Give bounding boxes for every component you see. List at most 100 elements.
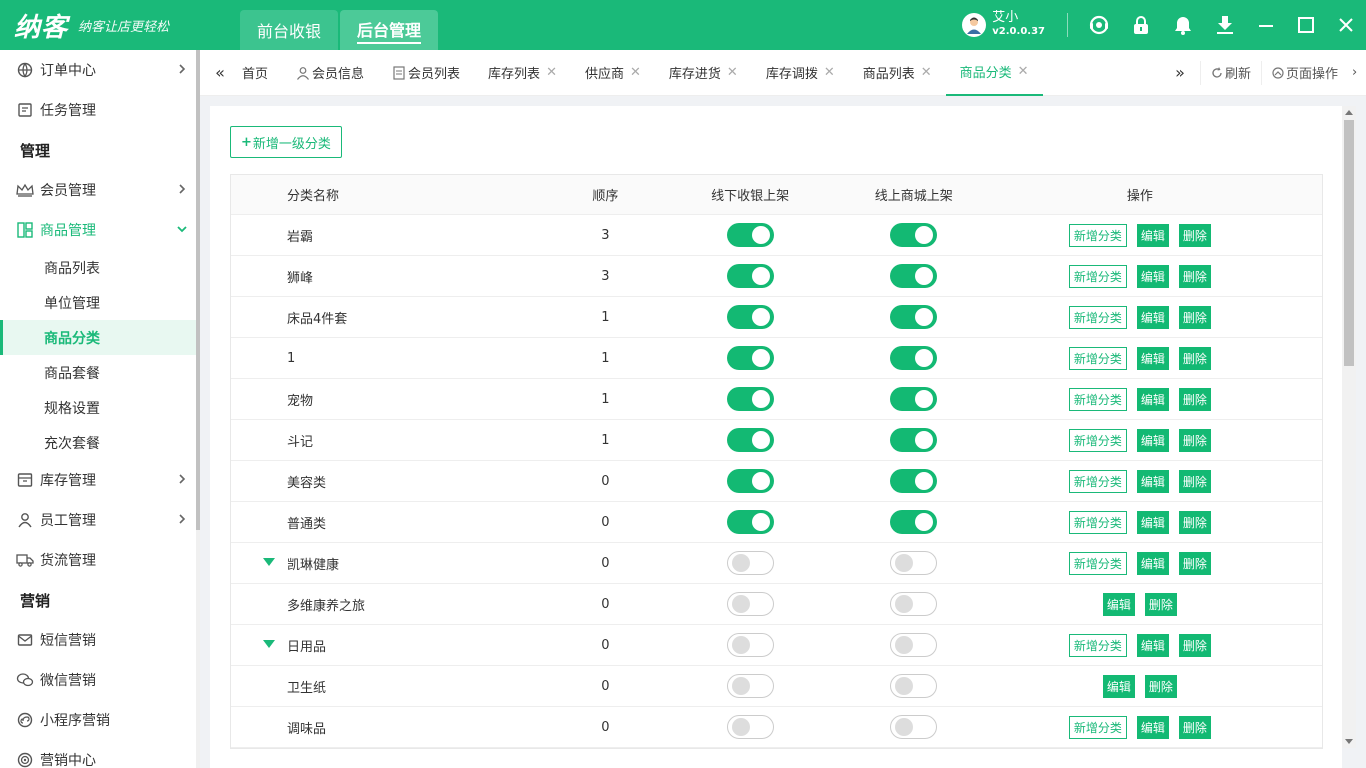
edit-button[interactable]: 编辑 <box>1136 633 1169 657</box>
offline-toggle[interactable] <box>726 469 774 493</box>
edit-button[interactable]: 编辑 <box>1136 715 1169 739</box>
delete-button[interactable]: 删除 <box>1178 387 1211 411</box>
add-subcategory-button[interactable]: 新增分类 <box>1068 551 1127 575</box>
online-toggle[interactable] <box>890 264 938 288</box>
sidebar-item[interactable]: 货流管理 <box>0 540 196 580</box>
close-icon[interactable]: ✕ <box>824 65 835 80</box>
add-subcategory-button[interactable]: 新增分类 <box>1068 223 1127 247</box>
tab-item[interactable]: 库存调拨 ✕ <box>752 50 849 96</box>
submenu-item[interactable]: 商品分类 <box>0 320 196 355</box>
page-ops-button[interactable]: 页面操作 <box>1261 60 1348 85</box>
add-subcategory-button[interactable]: 新增分类 <box>1068 264 1127 288</box>
close-window-button[interactable] <box>1326 0 1366 50</box>
delete-button[interactable]: 删除 <box>1178 633 1211 657</box>
offline-toggle[interactable] <box>726 305 774 329</box>
delete-button[interactable]: 删除 <box>1144 674 1177 698</box>
edit-button[interactable]: 编辑 <box>1136 551 1169 575</box>
maximize-button[interactable] <box>1286 0 1326 50</box>
lock-icon[interactable] <box>1120 0 1162 50</box>
submenu-item[interactable]: 单位管理 <box>0 285 196 320</box>
add-subcategory-button[interactable]: 新增分类 <box>1068 428 1127 452</box>
tab-scroll-right-button[interactable]: » <box>1160 50 1200 96</box>
online-toggle[interactable] <box>890 305 938 329</box>
download-icon[interactable] <box>1204 0 1246 50</box>
edit-button[interactable]: 编辑 <box>1102 674 1135 698</box>
edit-button[interactable]: 编辑 <box>1102 592 1135 616</box>
tab-item[interactable]: 首页 <box>240 50 282 96</box>
add-subcategory-button[interactable]: 新增分类 <box>1068 633 1127 657</box>
content-scrollbar[interactable] <box>1342 106 1356 748</box>
content-scroll-thumb[interactable] <box>1344 120 1354 366</box>
offline-toggle[interactable] <box>726 715 774 739</box>
scroll-up-arrow[interactable] <box>1345 110 1353 115</box>
add-subcategory-button[interactable]: 新增分类 <box>1068 469 1127 493</box>
tab-item[interactable]: 库存列表 ✕ <box>474 50 571 96</box>
edit-button[interactable]: 编辑 <box>1136 510 1169 534</box>
sidebar-item[interactable]: 订单中心 <box>0 50 196 90</box>
edit-button[interactable]: 编辑 <box>1136 387 1169 411</box>
scroll-down-arrow[interactable] <box>1345 739 1353 744</box>
add-subcategory-button[interactable]: 新增分类 <box>1068 715 1127 739</box>
sidebar-item[interactable]: 微信营销 <box>0 660 196 700</box>
edit-button[interactable]: 编辑 <box>1136 469 1169 493</box>
tab-more-button[interactable]: › <box>1348 61 1361 85</box>
close-icon[interactable]: ✕ <box>1018 64 1029 79</box>
edit-button[interactable]: 编辑 <box>1136 223 1169 247</box>
delete-button[interactable]: 删除 <box>1178 469 1211 493</box>
delete-button[interactable]: 删除 <box>1178 428 1211 452</box>
edit-button[interactable]: 编辑 <box>1136 305 1169 329</box>
sidebar-item[interactable]: 员工管理 <box>0 500 196 540</box>
offline-toggle[interactable] <box>726 633 774 657</box>
minimize-button[interactable] <box>1246 0 1286 50</box>
delete-button[interactable]: 删除 <box>1178 715 1211 739</box>
offline-toggle[interactable] <box>726 551 774 575</box>
delete-button[interactable]: 删除 <box>1178 346 1211 370</box>
delete-button[interactable]: 删除 <box>1178 305 1211 329</box>
offline-toggle[interactable] <box>726 592 774 616</box>
sidebar-scrollbar[interactable] <box>196 50 200 768</box>
sidebar-item[interactable]: 短信营销 <box>0 620 196 660</box>
offline-toggle[interactable] <box>726 387 774 411</box>
offline-toggle[interactable] <box>726 674 774 698</box>
offline-toggle[interactable] <box>726 510 774 534</box>
edit-button[interactable]: 编辑 <box>1136 346 1169 370</box>
tab-item[interactable]: 库存进货 ✕ <box>655 50 752 96</box>
sidebar-item[interactable]: 任务管理 <box>0 90 196 130</box>
edit-button[interactable]: 编辑 <box>1136 428 1169 452</box>
online-toggle[interactable] <box>890 223 938 247</box>
user-profile[interactable]: 艾小 v2.0.0.37 <box>962 11 1045 39</box>
submenu-item[interactable]: 规格设置 <box>0 390 196 425</box>
submenu-item[interactable]: 商品套餐 <box>0 355 196 390</box>
online-toggle[interactable] <box>890 387 938 411</box>
delete-button[interactable]: 删除 <box>1144 592 1177 616</box>
support-icon[interactable] <box>1078 0 1120 50</box>
mode-tab-backend[interactable]: 后台管理 <box>340 10 439 50</box>
delete-button[interactable]: 删除 <box>1178 223 1211 247</box>
add-subcategory-button[interactable]: 新增分类 <box>1068 305 1127 329</box>
offline-toggle[interactable] <box>726 428 774 452</box>
online-toggle[interactable] <box>890 346 938 370</box>
bell-icon[interactable] <box>1162 0 1204 50</box>
online-toggle[interactable] <box>890 551 938 575</box>
close-icon[interactable]: ✕ <box>921 65 932 80</box>
tab-scroll-left-button[interactable]: « <box>200 50 240 96</box>
tab-item[interactable]: 会员列表 <box>378 50 474 96</box>
tab-item[interactable]: 供应商 ✕ <box>571 50 655 96</box>
sidebar-item[interactable]: 小程序营销 <box>0 700 196 740</box>
sidebar-item[interactable]: 会员管理 <box>0 170 196 210</box>
online-toggle[interactable] <box>890 715 938 739</box>
close-icon[interactable]: ✕ <box>727 65 738 80</box>
delete-button[interactable]: 删除 <box>1178 510 1211 534</box>
online-toggle[interactable] <box>890 428 938 452</box>
delete-button[interactable]: 删除 <box>1178 264 1211 288</box>
add-subcategory-button[interactable]: 新增分类 <box>1068 387 1127 411</box>
add-top-category-button[interactable]: + 新增一级分类 <box>230 126 342 158</box>
online-toggle[interactable] <box>890 469 938 493</box>
offline-toggle[interactable] <box>726 223 774 247</box>
tab-item[interactable]: 商品分类 ✕ <box>945 50 1043 96</box>
online-toggle[interactable] <box>890 674 938 698</box>
online-toggle[interactable] <box>890 592 938 616</box>
expand-caret-icon[interactable] <box>263 557 275 566</box>
mode-tab-frontdesk[interactable]: 前台收银 <box>240 10 339 50</box>
online-toggle[interactable] <box>890 633 938 657</box>
